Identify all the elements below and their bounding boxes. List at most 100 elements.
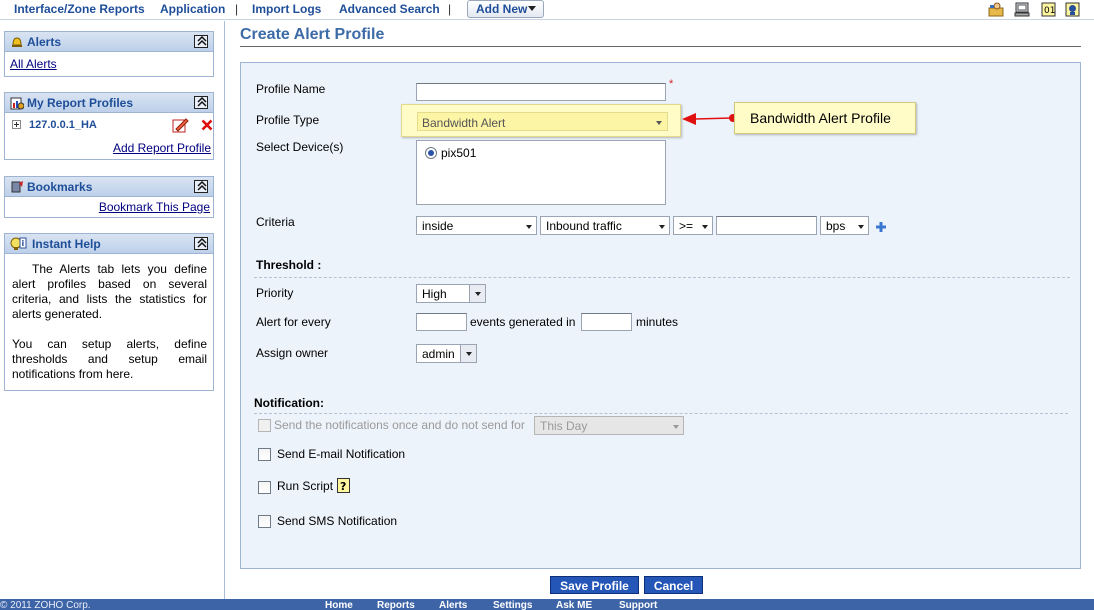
profile-name-label: Profile Name [256,82,326,96]
radio-dot [428,150,434,156]
svg-text:?: ? [340,480,346,493]
collapse-report-profiles-button[interactable] [194,96,208,109]
device-radio[interactable] [425,147,437,159]
callout-annotation: Bandwidth Alert Profile [734,102,916,134]
instant-help-header: i Instant Help [5,234,213,254]
cancel-button[interactable]: Cancel [644,576,703,594]
callout-arrow-icon [682,113,737,125]
note-icon[interactable]: 01 [1041,2,1057,17]
chevron-down-icon [858,225,864,229]
chevron-up-icon [197,97,207,107]
send-once-label: Send the notifications once and do not s… [274,418,525,432]
bookmarks-panel: Bookmarks Bookmark This Page [4,176,214,218]
footer-link-home[interactable]: Home [325,600,353,610]
sidebar: Alerts All Alerts My Report Profiles 127… [0,21,225,599]
bookmarks-title: Bookmarks [27,180,93,194]
events-count-input[interactable] [416,313,467,331]
instant-help-panel: i Instant Help The Alerts tab lets you d… [4,233,214,391]
device-list: pix501 [416,140,666,205]
collapse-alerts-button[interactable] [194,35,208,48]
footer-link-ask-me[interactable]: Ask ME [556,600,592,610]
report-profiles-title: My Report Profiles [27,96,134,110]
send-once-checkbox[interactable] [258,419,271,432]
help-icon[interactable] [1065,2,1081,17]
chevron-down-icon [702,225,708,229]
svg-text:01: 01 [1044,6,1055,16]
select-devices-label: Select Device(s) [256,140,344,154]
criteria-unit-value: bps [826,219,846,233]
profile-type-select[interactable]: Bandwidth Alert [417,112,668,131]
nav-import-logs[interactable]: Import Logs [252,2,321,16]
run-script-checkbox[interactable] [258,481,271,494]
owner-select[interactable]: admin [416,344,477,363]
priority-value: High [422,287,447,301]
footer-link-reports[interactable]: Reports [377,600,415,610]
chevron-down-icon [656,121,662,125]
send-once-period-select[interactable]: This Day [534,416,684,435]
top-navigation: Interface/Zone Reports Application | Imp… [0,0,1094,20]
add-criteria-icon[interactable] [875,221,887,233]
collapse-instant-help-button[interactable] [194,237,208,250]
page-title: Create Alert Profile [240,26,385,43]
instant-help-title: Instant Help [32,237,101,251]
chevron-down-icon [466,352,472,356]
report-profiles-panel: My Report Profiles 127.0.0.1_HA Add Repo… [4,92,214,160]
criteria-operator-value: >= [679,219,694,233]
nav-interface-zone-reports[interactable]: Interface/Zone Reports [14,2,145,16]
bookmark-icon [11,181,23,193]
chevron-up-icon [197,238,207,248]
profile-type-value: Bandwidth Alert [422,116,506,130]
footer-link-alerts[interactable]: Alerts [439,600,467,610]
alerts-panel-title: Alerts [27,35,62,49]
alert-every-label: Alert for every [256,315,331,329]
profile-name-input[interactable] [416,83,666,101]
criteria-interface-value: inside [422,219,454,233]
chevron-up-icon [197,181,207,191]
edit-profile-icon[interactable] [172,117,189,133]
bookmarks-header: Bookmarks [5,177,213,197]
user-folder-icon[interactable] [988,2,1004,17]
events-generated-label: events generated in [470,315,576,329]
sms-notification-checkbox[interactable] [258,515,271,528]
title-divider [240,46,1081,47]
chevron-down-icon [659,225,665,229]
all-alerts-link[interactable]: All Alerts [10,57,57,71]
nav-separator: | [235,2,239,16]
assign-owner-label: Assign owner [256,346,329,360]
expand-plus-icon[interactable] [12,120,21,129]
add-report-profile-link[interactable]: Add Report Profile [113,141,211,155]
section-divider [254,413,1068,414]
report-profiles-header: My Report Profiles [5,93,213,113]
priority-select[interactable]: High [416,284,486,303]
footer-link-settings[interactable]: Settings [493,600,532,610]
bookmark-this-page-link[interactable]: Bookmark This Page [99,200,210,214]
criteria-direction-select[interactable]: Inbound traffic [540,216,670,235]
delete-icon[interactable] [201,119,213,131]
owner-value: admin [422,347,455,361]
email-notification-checkbox[interactable] [258,448,271,461]
criteria-operator-select[interactable]: >= [673,216,713,235]
nav-application[interactable]: Application [160,2,225,16]
report-profile-icon [10,97,24,110]
chevron-down-icon [526,225,532,229]
criteria-value-input[interactable] [716,216,817,235]
criteria-unit-select[interactable]: bps [820,216,869,235]
alerts-panel-header: Alerts [5,32,213,52]
minutes-input[interactable] [581,313,632,331]
chevron-down-icon [673,425,679,429]
profile-type-highlight: Bandwidth Alert [401,104,681,137]
monitor-icon[interactable] [1014,2,1030,17]
section-divider [254,277,1070,278]
footer-link-support[interactable]: Support [619,600,657,610]
question-help-icon[interactable]: ? [337,478,350,493]
save-profile-button[interactable]: Save Profile [550,576,639,594]
collapse-bookmarks-button[interactable] [194,180,208,193]
criteria-interface-select[interactable]: inside [416,216,537,235]
report-profile-item[interactable]: 127.0.0.1_HA [29,119,97,131]
help-paragraph: The Alerts tab lets you define alert pro… [12,262,207,321]
nav-advanced-search[interactable]: Advanced Search [339,2,440,16]
priority-label: Priority [256,286,294,300]
email-notification-label: Send E-mail Notification [277,447,406,461]
add-new-dropdown[interactable]: Add New [467,0,544,18]
criteria-direction-value: Inbound traffic [546,219,622,233]
